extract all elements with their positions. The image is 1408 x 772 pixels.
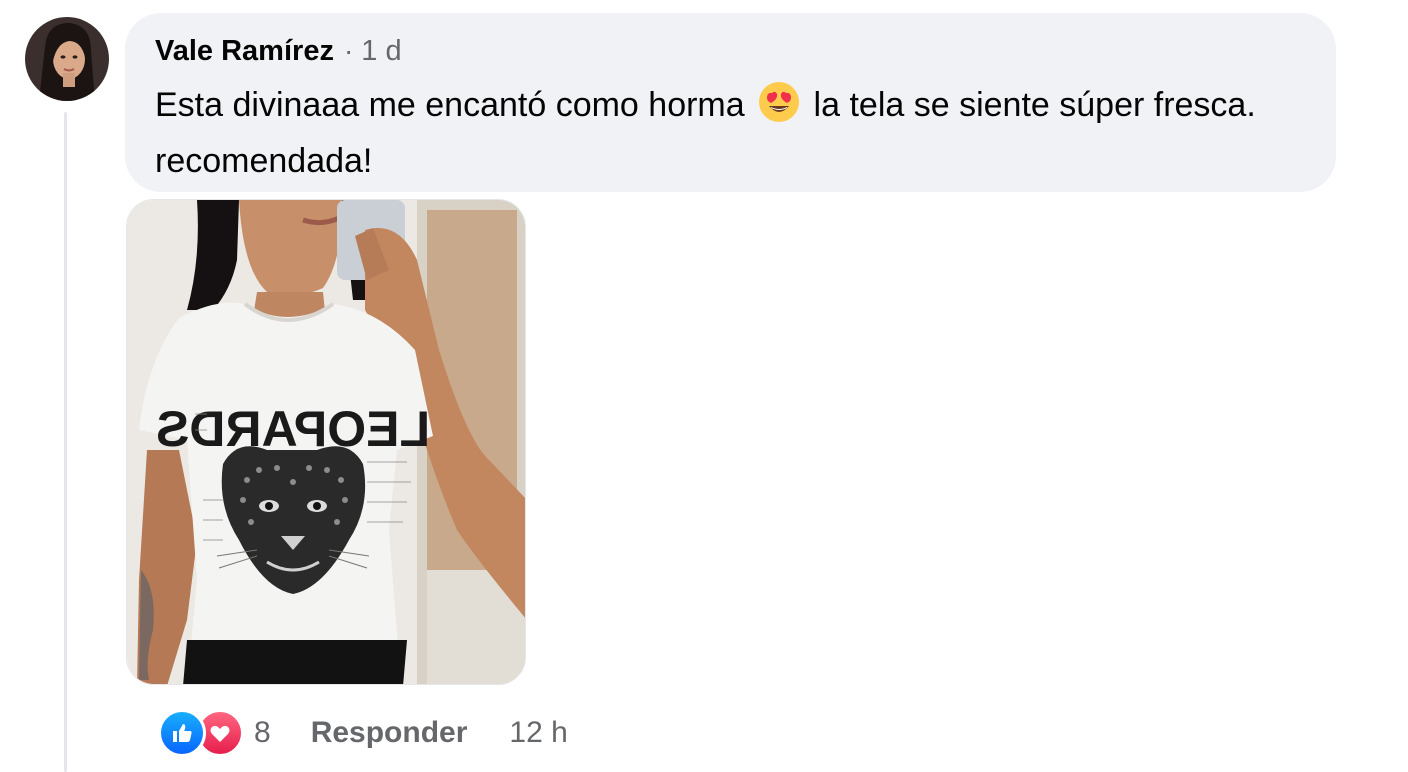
comment-photo[interactable]: LEOPARDS: [126, 199, 526, 685]
heart-eyes-emoji-icon: [759, 82, 800, 122]
comment-bubble: Vale Ramírez · 1 d Esta divinaaa me enca…: [125, 13, 1336, 192]
comment-text-part-1: Esta divinaaa me encantó como horma: [155, 86, 755, 124]
reactions-summary[interactable]: 8: [158, 709, 271, 757]
comment-actions: 8 Responder 12 h: [158, 706, 568, 760]
thread-line: [64, 112, 67, 772]
separator-dot: ·: [343, 35, 354, 66]
author-name[interactable]: Vale Ramírez: [155, 35, 334, 68]
reply-button[interactable]: Responder: [311, 716, 468, 750]
avatar[interactable]: [25, 17, 109, 101]
like-icon: [158, 709, 206, 757]
comment-timestamp[interactable]: 1 d: [361, 35, 401, 68]
comment-text: Esta divinaaa me encantó como horma la t…: [155, 77, 1295, 189]
reply-timestamp[interactable]: 12 h: [509, 716, 567, 750]
comment-header: Vale Ramírez · 1 d: [155, 35, 1306, 71]
shirt-print-text: LEOPARDS: [156, 401, 430, 457]
reaction-count: 8: [254, 716, 271, 749]
